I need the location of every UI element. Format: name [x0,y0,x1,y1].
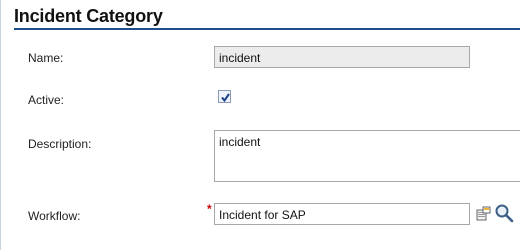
description-label: Description: [28,137,92,151]
workflow-label: Workflow: [28,209,81,223]
search-icon[interactable] [494,203,514,223]
checkmark-icon [221,93,230,103]
header-divider [14,28,520,30]
workflow-input[interactable]: Incident for SAP [214,203,470,225]
name-field[interactable]: incident [214,46,470,68]
name-label: Name: [28,51,64,65]
lookup-icon[interactable] [475,205,493,223]
left-border [0,0,1,250]
active-label: Active: [28,93,65,107]
section-header: Incident Category [6,0,520,30]
page-title: Incident Category [14,6,163,26]
required-marker: * [207,202,212,216]
active-checkbox[interactable] [218,90,231,103]
description-textarea[interactable]: incident [214,130,520,182]
